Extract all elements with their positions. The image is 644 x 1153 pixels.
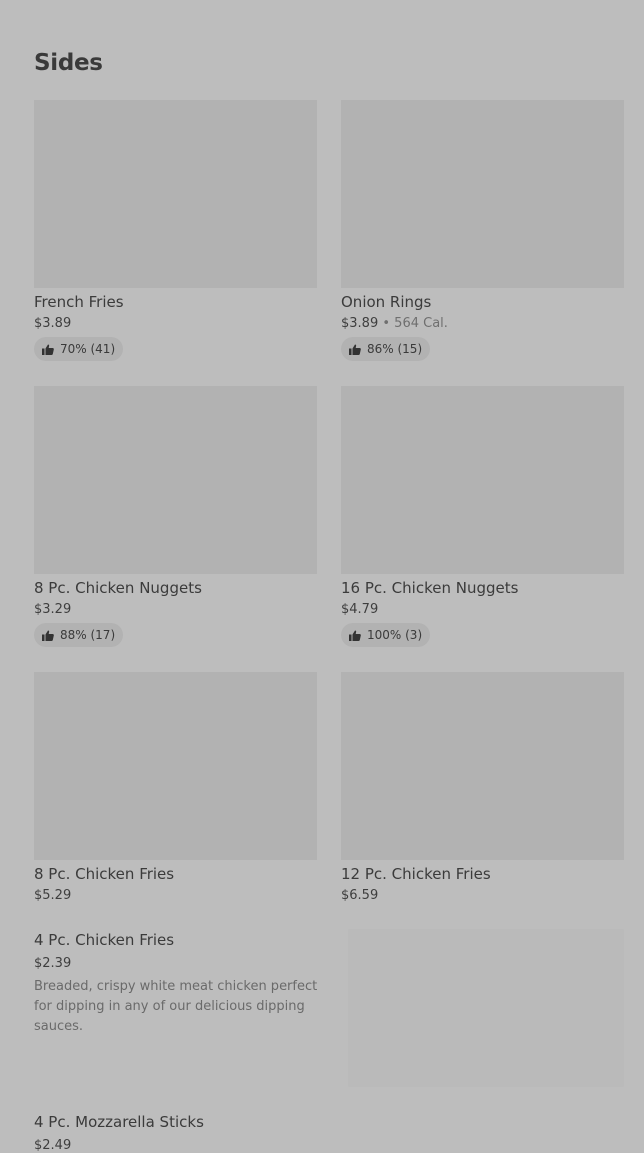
- item-price: $5.29: [34, 888, 72, 903]
- rating-text: 100% (3): [367, 628, 423, 642]
- item-price-row: $4.79: [341, 602, 624, 618]
- item-name: 16 Pc. Chicken Nuggets: [341, 579, 519, 597]
- thumbs-up-icon: [42, 344, 54, 355]
- item-price: $2.49: [34, 1138, 72, 1153]
- item-price: $4.79: [341, 602, 379, 617]
- item-image[interactable]: [34, 100, 317, 288]
- item-name: 8 Pc. Chicken Fries: [34, 865, 175, 883]
- thumbs-up-icon: [349, 344, 361, 355]
- item-price-row: $5.29: [34, 888, 317, 904]
- item-name: 8 Pc. Chicken Nuggets: [34, 579, 202, 597]
- item-price: $6.59: [341, 888, 379, 903]
- rating-text: 70% (41): [60, 342, 116, 356]
- item-description: Breaded, crispy white meat chicken perfe…: [34, 979, 318, 1034]
- rating-badge: 70% (41): [34, 337, 124, 361]
- item-price-row: $3.29: [34, 602, 317, 618]
- item-price: $3.89: [34, 316, 72, 331]
- menu-item-card[interactable]: 8 Pc. Chicken Nuggets $3.29 88% (17): [34, 386, 317, 647]
- section-title: Sides: [34, 50, 103, 76]
- item-name: Onion Rings: [341, 293, 432, 311]
- item-price-row: $3.89 • 564 Cal.: [341, 316, 624, 332]
- separator: •: [382, 316, 391, 331]
- item-price: $3.89: [341, 316, 379, 331]
- item-price-row: $6.59: [341, 888, 624, 904]
- item-calories: 564 Cal.: [394, 316, 448, 331]
- menu-item-card[interactable]: 16 Pc. Chicken Nuggets $4.79 100% (3): [341, 386, 624, 647]
- item-name: 12 Pc. Chicken Fries: [341, 865, 491, 883]
- menu-item-card[interactable]: Onion Rings $3.89 • 564 Cal. 86% (15): [341, 100, 624, 361]
- rating-badge: 88% (17): [34, 623, 124, 647]
- thumbs-up-icon: [42, 630, 54, 641]
- item-image[interactable]: [341, 100, 624, 288]
- item-image[interactable]: [34, 386, 317, 574]
- rating-badge: 100% (3): [341, 623, 431, 647]
- item-image[interactable]: [348, 929, 624, 1087]
- rating-text: 88% (17): [60, 628, 116, 642]
- item-image[interactable]: [34, 672, 317, 860]
- item-name: French Fries: [34, 293, 124, 311]
- item-price: $3.29: [34, 602, 72, 617]
- item-image[interactable]: [341, 386, 624, 574]
- thumbs-up-icon: [349, 630, 361, 641]
- menu-item-row[interactable]: 4 Pc. Chicken Fries $2.39 Breaded, crisp…: [34, 927, 624, 1087]
- item-name: 4 Pc. Mozzarella Sticks: [34, 1113, 204, 1131]
- item-price-row: $3.89: [34, 316, 317, 332]
- menu-item-card[interactable]: 12 Pc. Chicken Fries $6.59: [341, 672, 624, 904]
- menu-item-card[interactable]: French Fries $3.89 70% (41): [34, 100, 317, 361]
- menu-item-card[interactable]: 8 Pc. Chicken Fries $5.29: [34, 672, 317, 904]
- item-image[interactable]: [341, 672, 624, 860]
- rating-text: 86% (15): [367, 342, 423, 356]
- rating-badge: 86% (15): [341, 337, 431, 361]
- menu-item-row[interactable]: 4 Pc. Mozzarella Sticks $2.49: [34, 1109, 624, 1153]
